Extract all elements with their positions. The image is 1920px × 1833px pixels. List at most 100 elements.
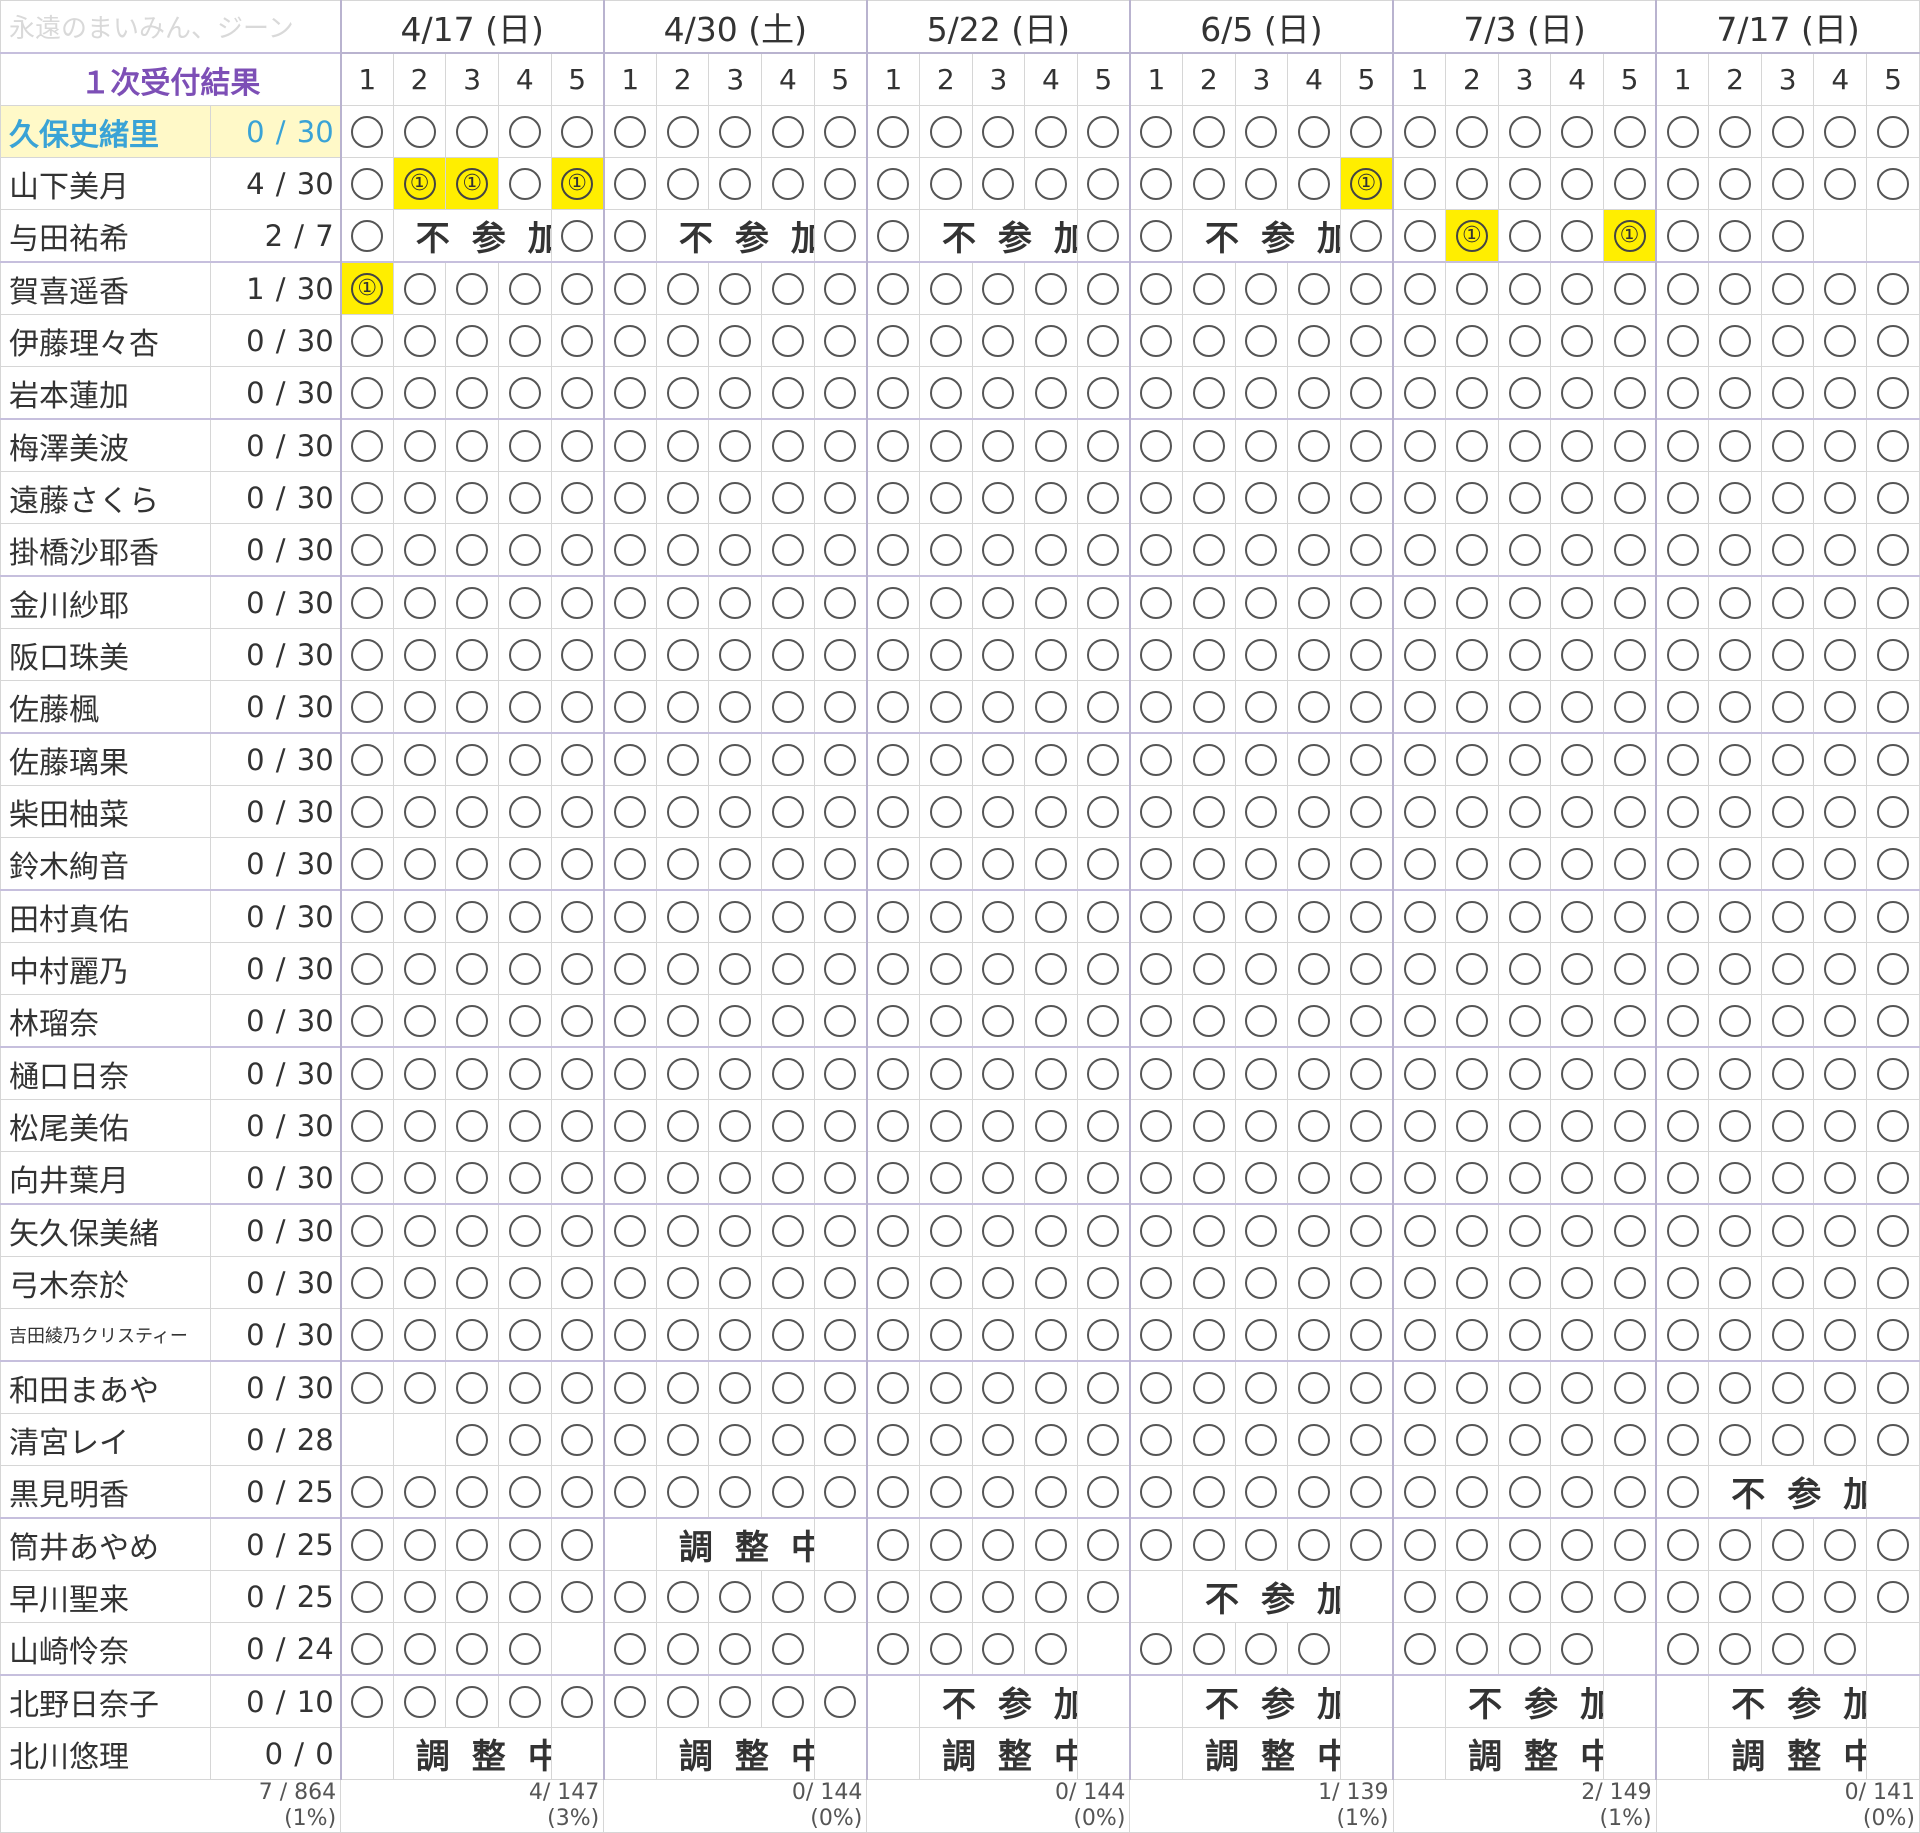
entry-slot	[1076, 1099, 1131, 1152]
entry-slot	[550, 575, 605, 629]
entry-slot	[918, 1517, 973, 1571]
entry-slot	[1445, 418, 1499, 472]
circle-icon	[1245, 1475, 1278, 1508]
entry-slot	[1497, 1413, 1552, 1466]
entry-slot	[1128, 837, 1184, 891]
entry-slot	[1602, 366, 1657, 420]
circle-icon	[1034, 324, 1067, 357]
circle-icon	[351, 1266, 384, 1299]
entry-slot	[1024, 366, 1078, 420]
entry-slot	[602, 1622, 657, 1676]
entry-slot	[1182, 366, 1236, 420]
circle-icon	[456, 1580, 489, 1613]
entry-slot	[1287, 471, 1341, 524]
circle-icon	[1034, 690, 1067, 723]
entry-slot	[1182, 1360, 1236, 1414]
member-win-count: 0 / 30	[210, 366, 342, 420]
circle-icon	[824, 429, 857, 462]
circle-icon	[1824, 690, 1857, 723]
entry-slot	[1234, 889, 1289, 943]
circle-icon	[403, 481, 436, 514]
circle-icon	[1771, 690, 1804, 723]
circle-icon	[1034, 1371, 1067, 1404]
circle-icon	[1403, 1528, 1436, 1561]
entry-slot	[1024, 785, 1078, 838]
circle-icon	[1719, 586, 1752, 619]
entry-slot	[1550, 1203, 1604, 1257]
circle-icon	[1245, 167, 1278, 200]
entry-slot	[1708, 889, 1762, 943]
circle-icon	[561, 1580, 594, 1613]
circle-icon	[1245, 795, 1278, 828]
entry-slot	[602, 628, 657, 681]
entry-slot	[550, 1360, 605, 1414]
empty-slot	[865, 1727, 920, 1780]
circle-icon	[1403, 1371, 1436, 1404]
circle-icon	[929, 1475, 962, 1508]
entry-slot	[1445, 1099, 1499, 1152]
entry-slot	[550, 1570, 605, 1623]
entry-slot	[708, 366, 763, 420]
circle-icon	[1245, 1632, 1278, 1665]
circle-icon	[719, 847, 752, 880]
circle-icon	[1666, 324, 1699, 357]
date-header: 7/17 (日)	[1655, 0, 1920, 54]
empty-slot	[865, 1674, 920, 1728]
entry-slot	[392, 1360, 447, 1414]
circle-icon	[456, 586, 489, 619]
entry-slot	[339, 680, 394, 734]
entry-slot	[1602, 994, 1657, 1048]
circle-icon	[1192, 1266, 1225, 1299]
entry-slot	[1339, 732, 1394, 786]
slot-number: 1	[602, 52, 657, 106]
entry-slot	[1813, 1308, 1868, 1362]
circle-icon	[456, 272, 489, 305]
circle-icon	[1245, 115, 1278, 148]
circle-icon	[1455, 1475, 1488, 1508]
entry-slot	[1287, 314, 1341, 367]
entry-slot	[339, 314, 394, 367]
empty-slot	[1076, 1727, 1131, 1780]
entry-slot	[1234, 837, 1289, 891]
circle-icon	[1350, 795, 1383, 828]
entry-slot	[813, 1570, 868, 1623]
entry-slot	[708, 1151, 763, 1205]
entry-slot	[1445, 732, 1499, 786]
circle-icon	[1087, 743, 1120, 776]
entry-slot	[813, 1308, 868, 1362]
circle-icon	[982, 900, 1015, 933]
circle-icon	[1877, 115, 1910, 148]
circle-icon	[666, 1057, 699, 1090]
circle-icon	[1034, 1528, 1067, 1561]
circle-icon	[561, 743, 594, 776]
entry-slot	[971, 1570, 1026, 1623]
circle-icon	[1140, 1371, 1173, 1404]
circle-icon	[1613, 115, 1646, 148]
circle-icon	[771, 1214, 804, 1247]
circle-icon	[1087, 1266, 1120, 1299]
circle-icon	[666, 1685, 699, 1718]
circle-icon	[1140, 167, 1173, 200]
entry-slot	[813, 994, 868, 1048]
circle-icon	[1666, 900, 1699, 933]
entry-slot	[1760, 1256, 1815, 1309]
circle-icon	[351, 167, 384, 200]
circle-icon	[1824, 1318, 1857, 1351]
empty-slot	[813, 1622, 868, 1676]
entry-slot	[1392, 1622, 1447, 1676]
circle-icon	[614, 219, 647, 252]
circle-icon	[403, 1057, 436, 1090]
circle-icon	[351, 1161, 384, 1194]
entry-slot	[1708, 523, 1762, 577]
member-name: 金川紗耶	[0, 575, 212, 629]
entry-slot	[1182, 1517, 1236, 1571]
circle-icon	[982, 952, 1015, 985]
entry-slot	[1866, 1413, 1920, 1466]
entry-slot	[445, 628, 499, 681]
circle-icon	[1403, 167, 1436, 200]
circle-icon	[508, 952, 541, 985]
entry-slot	[1760, 1413, 1815, 1466]
circle-icon	[1403, 272, 1436, 305]
circle-icon	[561, 219, 594, 252]
circle-icon	[1824, 638, 1857, 671]
